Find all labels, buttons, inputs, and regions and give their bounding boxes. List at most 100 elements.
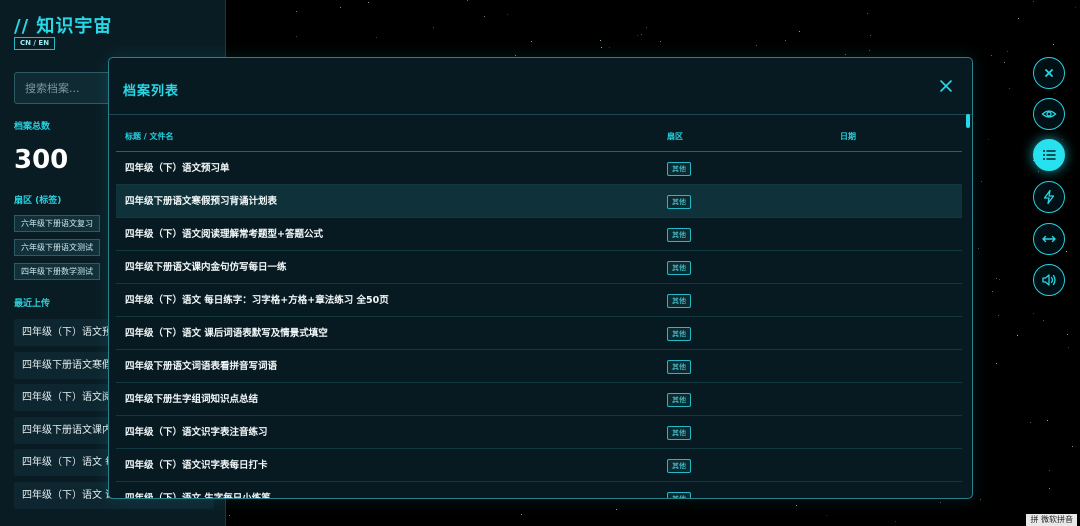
star xyxy=(868,50,870,52)
star xyxy=(1074,7,1076,9)
star xyxy=(1037,170,1039,172)
sector-badge: 其他 xyxy=(667,492,691,498)
close-button[interactable] xyxy=(1033,57,1065,89)
star xyxy=(645,27,647,29)
star xyxy=(999,279,1001,281)
star xyxy=(295,11,297,13)
table-row[interactable]: 四年级（下）语文阅读理解常考题型+答题公式 其他 xyxy=(116,218,962,251)
app-logo: // 知识宇宙 xyxy=(14,16,113,37)
row-title: 四年级下册语文寒假预习背诵计划表 xyxy=(125,196,278,207)
star xyxy=(795,505,797,507)
sector-badge: 其他 xyxy=(667,426,691,440)
row-title: 四年级下册语文词语表看拼音写词语 xyxy=(125,361,278,372)
row-title: 四年级（下）语文识字表每日打卡 xyxy=(125,460,268,471)
star xyxy=(1017,17,1019,19)
table-row[interactable]: 四年级下册语文课内金句仿写每日一练 其他 xyxy=(116,251,962,284)
sector-badge: 其他 xyxy=(667,195,691,209)
star xyxy=(996,363,998,365)
table-row[interactable]: 四年级（下）语文预习单 其他 xyxy=(116,152,962,185)
total-label: 档案总数 xyxy=(14,122,51,132)
star xyxy=(608,47,610,49)
archive-table: 标题 / 文件名 扇区 日期 四年级（下）语文预习单 其他 四年级下册语文寒假预习背… xyxy=(116,120,962,499)
star xyxy=(996,277,998,279)
table-row[interactable]: 四年级下册生字组词知识点总结 其他 xyxy=(116,383,962,416)
row-title: 四年级下册语文课内金句仿写每日一练 xyxy=(125,262,287,273)
table-row[interactable]: 四年级（下）语文识字表注音练习 其他 xyxy=(116,416,962,449)
eye-icon xyxy=(1041,110,1057,118)
lightning-icon xyxy=(1043,189,1055,205)
star xyxy=(1052,43,1054,45)
star xyxy=(433,26,435,28)
archive-list-modal: 档案列表 标题 / 文件名 扇区 日期 四年级（下）语文预习单 其他 四年级下册语文… xyxy=(108,57,973,499)
star xyxy=(641,33,643,35)
table-row[interactable]: 四年级（下）语文 课后词语表默写及情景式填空 其他 xyxy=(116,317,962,350)
table-header: 标题 / 文件名 扇区 日期 xyxy=(116,120,962,152)
row-title: 四年级（下）语文 生字每日小练笔 xyxy=(125,493,271,499)
sector-badge: 其他 xyxy=(667,162,691,176)
star xyxy=(979,498,981,500)
star xyxy=(987,139,989,141)
sector-badge: 其他 xyxy=(667,261,691,275)
star xyxy=(1047,420,1049,422)
scrollbar-thumb[interactable] xyxy=(966,114,970,128)
language-toggle[interactable]: CN / EN xyxy=(14,37,56,50)
eye-button[interactable] xyxy=(1033,98,1065,130)
table-row[interactable]: 四年级下册语文词语表看拼音写词语 其他 xyxy=(116,350,962,383)
lightning-button[interactable] xyxy=(1033,181,1065,213)
close-icon[interactable] xyxy=(936,76,956,96)
star xyxy=(1008,88,1010,90)
arrows-horizontal-icon xyxy=(1042,235,1056,243)
tags-label: 扇区 (标签) xyxy=(14,196,62,206)
column-header-date[interactable]: 日期 xyxy=(840,131,856,142)
star xyxy=(467,0,469,1)
star xyxy=(991,55,993,57)
star xyxy=(1048,469,1050,471)
sector-badge: 其他 xyxy=(667,294,691,308)
star xyxy=(1071,446,1073,448)
row-title: 四年级（下）语文预习单 xyxy=(125,163,230,174)
arrows-horizontal-button[interactable] xyxy=(1033,223,1065,255)
star xyxy=(1066,251,1068,253)
star xyxy=(844,54,846,56)
star xyxy=(1033,0,1035,2)
star xyxy=(784,40,786,42)
column-header-sector[interactable]: 扇区 xyxy=(667,131,683,142)
star xyxy=(1043,320,1045,322)
star xyxy=(977,247,979,249)
table-row[interactable]: 四年级（下）语文 生字每日小练笔 其他 xyxy=(116,482,962,499)
list-button[interactable] xyxy=(1033,139,1065,171)
app-root: // 知识宇宙 CN / EN 档案总数 300 扇区 (标签) 六年级下册语文… xyxy=(0,0,1080,526)
star xyxy=(484,15,486,17)
column-header-title[interactable]: 标题 / 文件名 xyxy=(125,131,174,142)
star xyxy=(1054,93,1056,95)
star xyxy=(798,31,800,33)
star xyxy=(940,501,942,503)
star xyxy=(825,514,827,516)
star xyxy=(869,35,871,37)
star xyxy=(636,34,638,36)
total-count: 300 xyxy=(14,145,69,175)
table-row[interactable]: 四年级（下）语文识字表每日打卡 其他 xyxy=(116,449,962,482)
table-row[interactable]: 四年级下册语文寒假预习背诵计划表 其他 xyxy=(116,185,962,218)
star xyxy=(368,1,370,3)
ime-indicator: 拼 微软拼音 xyxy=(1026,514,1077,526)
modal-divider xyxy=(109,114,972,115)
tag-item[interactable]: 六年级下册语文复习 xyxy=(14,215,100,232)
volume-button[interactable] xyxy=(1033,264,1065,296)
table-row[interactable]: 四年级（下）语文 每日练字：习字格+方格+章法练习 全50页 其他 xyxy=(116,284,962,317)
tag-item[interactable]: 六年级下册语文测试 xyxy=(14,239,100,256)
star xyxy=(1067,334,1069,336)
star xyxy=(1062,139,1064,141)
sector-badge: 其他 xyxy=(667,360,691,374)
row-title: 四年级（下）语文 每日练字：习字格+方格+章法练习 全50页 xyxy=(125,295,389,306)
tag-item[interactable]: 四年级下册数学测试 xyxy=(14,263,100,280)
star xyxy=(1032,313,1034,315)
row-title: 四年级（下）语文阅读理解常考题型+答题公式 xyxy=(125,229,323,240)
row-title: 四年级下册生字组词知识点总结 xyxy=(125,394,259,405)
star xyxy=(507,14,508,16)
star xyxy=(615,508,617,510)
modal-title: 档案列表 xyxy=(123,84,180,99)
star xyxy=(981,181,983,183)
star xyxy=(520,514,522,516)
star xyxy=(339,6,341,8)
